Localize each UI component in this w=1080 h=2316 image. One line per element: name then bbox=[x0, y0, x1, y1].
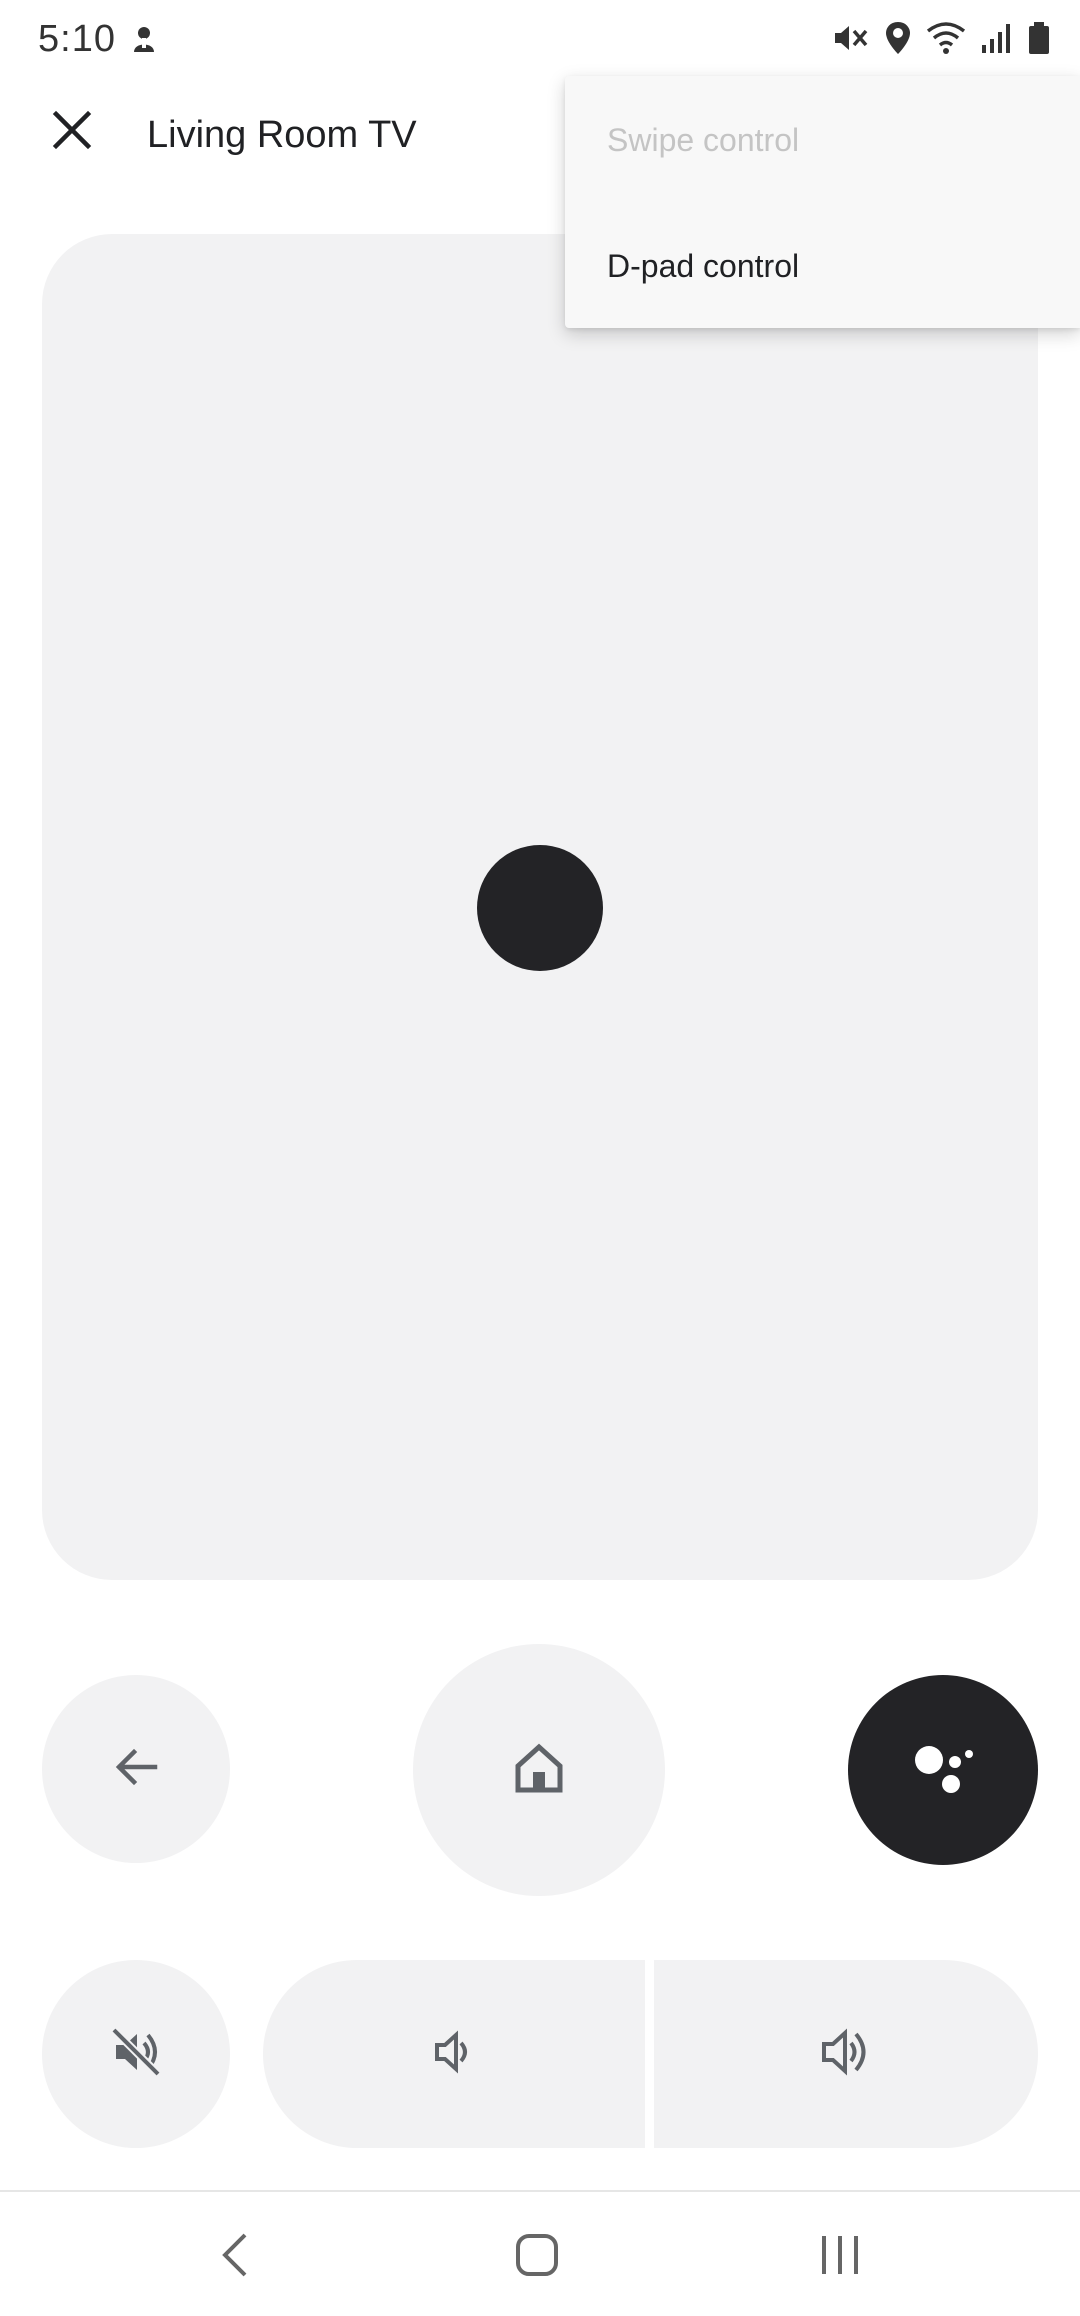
control-mode-menu: Swipe control D-pad control bbox=[565, 76, 1080, 328]
touch-indicator bbox=[477, 845, 603, 971]
volume-down-button[interactable] bbox=[263, 1960, 645, 2148]
google-assistant-icon bbox=[911, 1738, 975, 1803]
wifi-icon bbox=[926, 21, 966, 60]
nav-recents-icon bbox=[818, 2233, 862, 2282]
screen: 5:10 Living Room TV Swipe control D-pad … bbox=[0, 0, 1080, 2316]
touchpad[interactable] bbox=[42, 234, 1038, 1580]
home-icon bbox=[513, 1742, 565, 1799]
arrow-back-icon bbox=[111, 1742, 161, 1797]
volume-up-button[interactable] bbox=[654, 1960, 1038, 2148]
nav-back-icon bbox=[217, 2231, 253, 2284]
status-bar: 5:10 bbox=[0, 0, 1080, 80]
nav-back-button[interactable] bbox=[195, 2222, 275, 2292]
volume-up-icon bbox=[819, 2026, 873, 2083]
nav-home-button[interactable] bbox=[497, 2222, 577, 2292]
notification-icon bbox=[126, 22, 162, 58]
status-icons bbox=[832, 20, 1050, 60]
vibrate-mute-icon bbox=[832, 21, 870, 60]
menu-item-swipe-control: Swipe control bbox=[607, 122, 800, 158]
status-time: 5:10 bbox=[38, 18, 116, 60]
signal-icon bbox=[980, 21, 1014, 60]
mute-button[interactable] bbox=[42, 1960, 230, 2148]
home-button[interactable] bbox=[413, 1644, 665, 1896]
nav-recents-button[interactable] bbox=[800, 2222, 880, 2292]
volume-down-icon bbox=[431, 2029, 477, 2080]
menu-item-dpad-control[interactable]: D-pad control bbox=[607, 248, 799, 285]
close-icon bbox=[52, 110, 92, 155]
assistant-button[interactable] bbox=[848, 1675, 1038, 1865]
back-button[interactable] bbox=[42, 1675, 230, 1863]
location-icon bbox=[884, 20, 912, 61]
system-nav-bar bbox=[0, 2192, 1080, 2316]
close-button[interactable] bbox=[40, 100, 104, 164]
page-title: Living Room TV bbox=[147, 114, 417, 156]
battery-icon bbox=[1028, 21, 1050, 60]
volume-off-icon bbox=[110, 2026, 162, 2083]
nav-home-icon bbox=[513, 2231, 561, 2284]
